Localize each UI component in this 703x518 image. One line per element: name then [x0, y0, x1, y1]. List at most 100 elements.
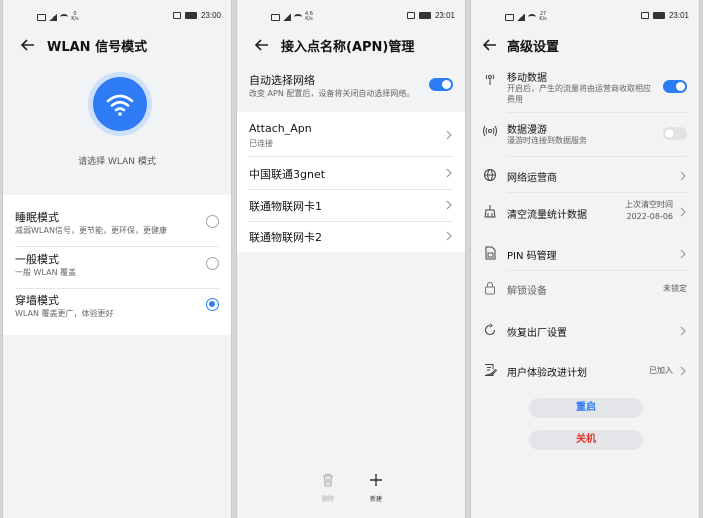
reboot-button[interactable]: 重启 — [529, 398, 643, 418]
mode-subtitle: 一般 WLAN 覆盖 — [15, 268, 77, 277]
chevron-right-icon — [446, 231, 452, 241]
row-title: 数据漫游 — [507, 125, 547, 136]
row-title: 自动选择网络 — [249, 74, 315, 87]
chevron-right-icon — [446, 130, 452, 140]
vibrate-icon — [172, 12, 181, 19]
unlock-device-row[interactable]: 解锁设备 未锁定 — [471, 274, 699, 304]
sim-icon — [505, 13, 514, 21]
bottom-action-bar: 删除 新建 — [237, 472, 465, 512]
antenna-icon — [485, 74, 495, 85]
mobile-data-toggle[interactable] — [663, 80, 687, 93]
battery-icon — [418, 12, 431, 19]
clock: 23:00 — [200, 11, 221, 20]
signal-icon — [517, 13, 525, 21]
wifi-status-icon — [528, 14, 536, 20]
radio-button[interactable] — [206, 215, 219, 228]
row-title: PIN 码管理 — [507, 251, 557, 262]
new-label: 新建 — [369, 496, 382, 503]
auto-select-toggle[interactable] — [429, 78, 453, 91]
chevron-right-icon — [680, 171, 686, 181]
data-roaming-row[interactable]: 数据漫游 漫游时连接到数据服务 — [471, 118, 699, 150]
apn-item[interactable]: 联通物联网卡2 — [237, 222, 465, 252]
network-speed: 4.6 K/s — [305, 11, 313, 22]
network-speed: 0 K/s — [71, 11, 79, 22]
pin-management-row[interactable]: PIN 码管理 — [471, 238, 699, 268]
apn-status: 已连接 — [249, 139, 273, 148]
divider — [507, 112, 687, 113]
row-title: 清空流量统计数据 — [507, 210, 587, 221]
row-title: 用户体验改进计划 — [507, 368, 587, 379]
new-apn-button[interactable]: 新建 — [356, 472, 396, 503]
clear-traffic-stats-row[interactable]: 清空流量统计数据 上次清空时间 2022-08-06 — [471, 195, 699, 227]
mode-title: 睡眠模式 — [15, 211, 59, 224]
status-bar: 27 K/s 23:01 — [471, 10, 699, 24]
back-arrow-icon[interactable] — [19, 36, 37, 54]
row-subtitle: 改变 APN 配置后，设备将关闭自动选择网络。 — [249, 89, 415, 98]
wlan-signal-mode-screen: 0 K/s 23:00 WLAN 信号模式 请选择 WLAN 模式 睡眠模式 减… — [2, 0, 232, 518]
delete-button[interactable]: 删除 — [308, 472, 348, 503]
network-speed: 27 K/s — [539, 11, 547, 22]
vibrate-icon — [640, 12, 649, 19]
signal-icon — [283, 13, 291, 21]
network-carrier-row[interactable]: 网络运营商 — [471, 160, 699, 190]
sim-card-icon — [485, 246, 496, 260]
battery-icon — [652, 12, 665, 19]
chevron-right-icon — [680, 207, 686, 217]
radio-button[interactable] — [206, 257, 219, 270]
divider — [507, 270, 687, 271]
chevron-right-icon — [680, 326, 686, 336]
battery-icon — [184, 12, 197, 19]
divider — [507, 156, 687, 157]
ux-improvement-row[interactable]: 用户体验改进计划 已加入 — [471, 356, 699, 386]
page-title: WLAN 信号模式 — [47, 40, 148, 55]
globe-icon — [484, 169, 496, 181]
factory-reset-row[interactable]: 恢复出厂设置 — [471, 316, 699, 346]
back-arrow-icon[interactable] — [253, 36, 271, 54]
clock: 23:01 — [668, 11, 689, 20]
apn-item[interactable]: Attach_Apn 已连接 — [237, 112, 465, 156]
chevron-right-icon — [446, 200, 452, 210]
apn-name: 联通物联网卡1 — [249, 200, 322, 213]
auto-select-network-row[interactable]: 自动选择网络 改变 APN 配置后，设备将关闭自动选择网络。 — [237, 72, 465, 106]
apn-name: Attach_Apn — [249, 122, 312, 135]
clock: 23:01 — [434, 11, 455, 20]
wifi-icon — [106, 94, 134, 116]
apn-item[interactable]: 中国联通3gnet — [237, 157, 465, 189]
apn-item[interactable]: 联通物联网卡1 — [237, 190, 465, 221]
signal-icon — [49, 13, 57, 21]
divider — [507, 192, 687, 193]
last-cleared-date: 2022-08-06 — [626, 212, 674, 221]
mode-subtitle: WLAN 覆盖更广，体验更好 — [15, 309, 114, 318]
mode-title: 穿墙模式 — [15, 294, 59, 307]
mode-option-normal[interactable]: 一般模式 一般 WLAN 覆盖 — [3, 247, 231, 287]
reset-icon — [484, 323, 496, 336]
data-roaming-toggle[interactable] — [663, 127, 687, 140]
radio-button-selected[interactable] — [206, 298, 219, 311]
row-subtitle: 漫游时连接到数据服务 — [507, 136, 587, 145]
row-title: 移动数据 — [507, 73, 547, 84]
edit-document-icon — [484, 364, 497, 376]
lock-status: 未锁定 — [663, 284, 687, 293]
mobile-data-row[interactable]: 移动数据 开启后，产生的流量将由运营商收取相应费用 — [471, 66, 699, 110]
chevron-right-icon — [446, 168, 452, 178]
page-title: 高级设置 — [507, 40, 560, 55]
apn-name: 中国联通3gnet — [249, 168, 326, 181]
mode-option-wall-penetrating[interactable]: 穿墙模式 WLAN 覆盖更广，体验更好 — [3, 289, 231, 335]
chevron-right-icon — [680, 366, 686, 376]
shutdown-button[interactable]: 关机 — [529, 430, 643, 450]
page-title: 接入点名称(APN)管理 — [281, 40, 415, 55]
mode-subtitle: 减弱WLAN信号，更节能，更环保，更健康 — [15, 226, 168, 235]
lock-icon — [485, 281, 495, 295]
apn-list: Attach_Apn 已连接 中国联通3gnet 联通物联网卡1 联通物联网卡2 — [237, 112, 465, 252]
joined-status: 已加入 — [649, 366, 673, 375]
roaming-icon — [483, 125, 497, 137]
mode-list: 睡眠模式 减弱WLAN信号，更节能，更环保，更健康 一般模式 一般 WLAN 覆… — [3, 195, 231, 335]
trash-icon — [323, 473, 333, 487]
delete-label: 删除 — [321, 496, 334, 503]
plus-icon — [370, 474, 382, 486]
back-arrow-icon[interactable] — [481, 36, 499, 54]
row-subtitle: 开启后，产生的流量将由运营商收取相应费用 — [507, 84, 651, 104]
mode-option-sleep[interactable]: 睡眠模式 减弱WLAN信号，更节能，更环保，更健康 — [3, 195, 231, 241]
apn-management-screen: 4.6 K/s 23:01 接入点名称(APN)管理 自动选择网络 改变 APN… — [236, 0, 466, 518]
row-title: 恢复出厂设置 — [507, 328, 567, 339]
